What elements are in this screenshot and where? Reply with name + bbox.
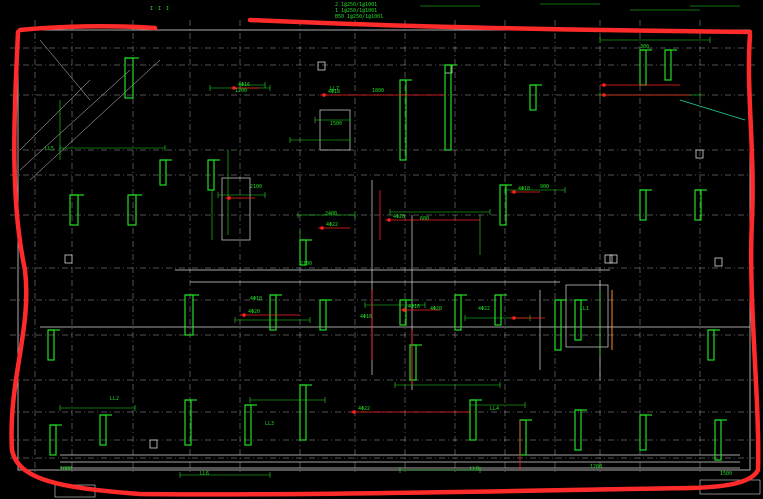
rebar-dot: [242, 313, 246, 317]
rebar-tag-text: 4Φ22: [358, 406, 370, 412]
top-left-note-text: I: [166, 6, 169, 12]
rebar-dot: [227, 196, 231, 200]
rebar-dot: [402, 308, 406, 312]
annotation-text: LL4: [490, 406, 499, 412]
rebar-dot: [602, 83, 606, 87]
rebar-tag-text: 4Φ18: [328, 89, 340, 95]
rebar-dot: [512, 316, 516, 320]
rebar-dot: [352, 410, 356, 414]
annotation-text: LL6: [200, 471, 209, 477]
annotation-text: 300: [640, 44, 649, 50]
rebar-tag-text: 4Φ16: [238, 82, 250, 88]
rebar-dot: [512, 190, 516, 194]
annotation-text: 1200: [235, 88, 247, 94]
canvas-background: [0, 0, 763, 499]
rebar-tag-text: 4Φ18: [518, 186, 530, 192]
rebar-tag-text: 4Φ20: [393, 214, 405, 220]
annotation-text: LL1: [580, 306, 589, 312]
annotation-text: 2100: [300, 261, 312, 267]
annotation-text: 1800: [60, 466, 72, 472]
annotation-text: 4Φ16: [360, 314, 372, 320]
annotation-text: 4Φ22: [478, 306, 490, 312]
annotation-text: LL2: [110, 396, 119, 402]
annotation-text: 900: [540, 184, 549, 190]
cad-drawing-canvas[interactable]: 1200 1500 1800 2100 2400 600 900 300 4Φ18 4Φ16 4Φ2…: [0, 0, 763, 499]
rebar-tag-text: 4Φ20: [248, 309, 260, 315]
annotation-text: 1800: [372, 88, 384, 94]
annotation-text: 1500: [330, 121, 342, 127]
annotation-text: 2400: [325, 211, 337, 217]
annotation-text: LL3: [265, 421, 274, 427]
annotation-text: LL5: [45, 146, 54, 152]
rebar-tag-text: 4Φ16: [408, 304, 420, 310]
annotation-text: 2100: [250, 184, 262, 190]
rebar-dot: [320, 226, 324, 230]
annotation-text: LL8: [470, 466, 479, 472]
annotation-text: 600: [420, 216, 429, 222]
rebar-tag-text: 4Φ22: [326, 222, 338, 228]
top-left-note-text: I: [158, 6, 161, 12]
top-note-text: B50 1@250/1@1001: [335, 14, 383, 20]
rebar-dot: [387, 218, 391, 222]
rebar-dot: [602, 93, 606, 97]
annotation-text: 1500: [720, 471, 732, 477]
annotation-text: 4Φ18: [250, 296, 262, 302]
annotation-text: 1200: [590, 464, 602, 470]
annotation-text: 4Φ20: [430, 306, 442, 312]
rebar-dot: [322, 93, 326, 97]
top-left-note-text: I: [150, 6, 153, 12]
